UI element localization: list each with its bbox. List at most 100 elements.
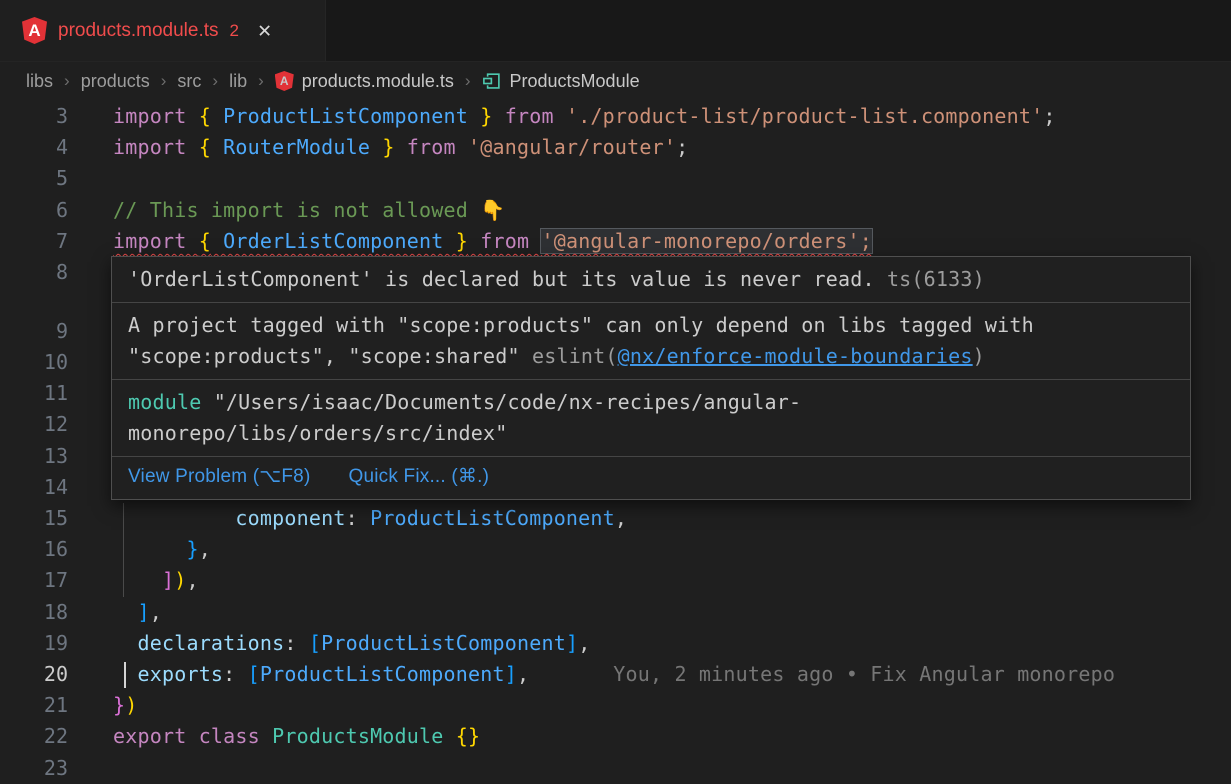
chevron-right-icon: ›: [161, 71, 167, 91]
code-token: exports: [137, 662, 223, 686]
line-number: 6: [0, 195, 68, 226]
code-token: import: [113, 229, 199, 253]
tab-problem-badge: 2: [230, 21, 239, 41]
module-symbol-icon: [482, 71, 502, 91]
quick-fix-link[interactable]: Quick Fix... (⌘.): [348, 464, 489, 490]
text-cursor: [124, 662, 126, 688]
line-number: 12: [0, 409, 68, 440]
breadcrumb-item-libs[interactable]: libs: [26, 71, 53, 92]
code-token: ]: [505, 662, 517, 686]
code-token: [113, 631, 137, 655]
code-token: ;: [1043, 104, 1055, 128]
chevron-right-icon: ›: [465, 71, 471, 91]
code-line: exports: [ProductListComponent],You, 2 m…: [113, 659, 1115, 690]
line-number: 16: [0, 534, 68, 565]
editor[interactable]: 34567891011121314151617181920212223 impo…: [0, 100, 1231, 780]
code-token: // This import is not allowed 👇: [113, 198, 505, 222]
line-number: 17: [0, 565, 68, 596]
line-number: 20: [0, 659, 68, 690]
tab-products-module[interactable]: A products.module.ts 2 ✕: [0, 0, 326, 61]
popup-text: 'OrderListComponent' is declared but its…: [128, 267, 875, 291]
chevron-right-icon: ›: [64, 71, 70, 91]
code-token: ]: [566, 631, 578, 655]
line-number: 10: [0, 347, 68, 378]
code-token: import: [113, 135, 199, 159]
code-line: declarations: [ProductListComponent],: [113, 628, 590, 659]
popup-line: monorepo/libs/orders/src/index": [128, 418, 1174, 449]
code-token: :: [346, 506, 370, 530]
popup-text: A project tagged with "scope:products" c…: [128, 313, 1034, 337]
code-token: import: [113, 104, 199, 128]
angular-icon: A: [22, 17, 47, 44]
code-token: [113, 600, 137, 624]
line-number: 11: [0, 378, 68, 409]
code-token: [113, 537, 186, 561]
code-token: ProductListComponent: [211, 104, 480, 128]
code-line: export class ProductsModule {}: [113, 721, 480, 752]
line-number: 18: [0, 597, 68, 628]
breadcrumb-item-file[interactable]: A products.module.ts: [275, 71, 454, 92]
popup-text: eslint(: [532, 344, 618, 368]
popup-line: 'OrderListComponent' is declared but its…: [128, 264, 1174, 295]
code-token: [: [248, 662, 260, 686]
breadcrumb-item-products[interactable]: products: [81, 71, 150, 92]
code-token: [113, 568, 162, 592]
code-token: [: [309, 631, 321, 655]
popup-text: ts(6133): [875, 267, 985, 291]
code-token: :: [223, 662, 247, 686]
code-token: ,: [615, 506, 627, 530]
code-token: ,: [150, 600, 162, 624]
popup-section: A project tagged with "scope:products" c…: [112, 303, 1190, 380]
code-token: }: [382, 135, 394, 159]
code-token: }: [186, 537, 198, 561]
code-token: {}: [456, 724, 480, 748]
breadcrumb-label: src: [177, 71, 201, 92]
line-number: 13: [0, 441, 68, 472]
line-number: 9: [0, 316, 68, 347]
breadcrumb-label: ProductsModule: [510, 71, 640, 92]
breadcrumb-item-symbol[interactable]: ProductsModule: [482, 71, 640, 92]
code-line: import { RouterModule } from '@angular/r…: [113, 132, 688, 163]
code-token: ,: [578, 631, 590, 655]
tab-bar: A products.module.ts 2 ✕: [0, 0, 1231, 62]
popup-line: module "/Users/isaac/Documents/code/nx-r…: [128, 387, 1174, 418]
code-token: export: [113, 724, 199, 748]
code-token: from: [493, 104, 566, 128]
view-problem-link[interactable]: View Problem (⌥F8): [128, 464, 310, 490]
code-token: ): [174, 568, 186, 592]
code-line: }): [113, 690, 138, 721]
hover-popup: 'OrderListComponent' is declared but its…: [111, 256, 1191, 500]
popup-text: "scope:products", "scope:shared": [128, 344, 532, 368]
popup-text: module: [128, 390, 214, 414]
indent-guide: [123, 503, 124, 597]
breadcrumb-label: lib: [229, 71, 247, 92]
line-number: 15: [0, 503, 68, 534]
breadcrumb-item-lib[interactable]: lib: [229, 71, 247, 92]
code-token: ): [125, 693, 137, 717]
code-token: declarations: [137, 631, 284, 655]
code-token: {: [199, 135, 211, 159]
chevron-right-icon: ›: [258, 71, 264, 91]
code-token: }: [113, 693, 125, 717]
close-icon[interactable]: ✕: [258, 20, 271, 42]
git-blame-annotation: You, 2 minutes ago • Fix Angular monorep…: [613, 662, 1115, 686]
eslint-rule-link[interactable]: @nx/enforce-module-boundaries: [618, 344, 973, 368]
code-token: class: [199, 724, 272, 748]
code-line: // This import is not allowed 👇: [113, 195, 505, 226]
code-token: ,: [186, 568, 198, 592]
code-token: :: [284, 631, 308, 655]
breadcrumb-item-src[interactable]: src: [177, 71, 201, 92]
code-token: ]: [137, 600, 149, 624]
popup-section: module "/Users/isaac/Documents/code/nx-r…: [112, 380, 1190, 457]
code-token: ]: [162, 568, 174, 592]
popup-text: ): [973, 344, 985, 368]
line-number: 3: [0, 101, 68, 132]
popup-text: "/Users/isaac/Documents/code/nx-recipes/…: [214, 390, 802, 414]
code-line: component: ProductListComponent,: [113, 503, 627, 534]
code-token: '@angular/router': [468, 135, 676, 159]
code-token: from: [468, 229, 541, 253]
popup-text: monorepo/libs/orders/src/index": [128, 421, 507, 445]
code-token: }: [456, 229, 468, 253]
code-line: import { OrderListComponent } from '@ang…: [113, 226, 872, 257]
code-token: ;: [676, 135, 688, 159]
